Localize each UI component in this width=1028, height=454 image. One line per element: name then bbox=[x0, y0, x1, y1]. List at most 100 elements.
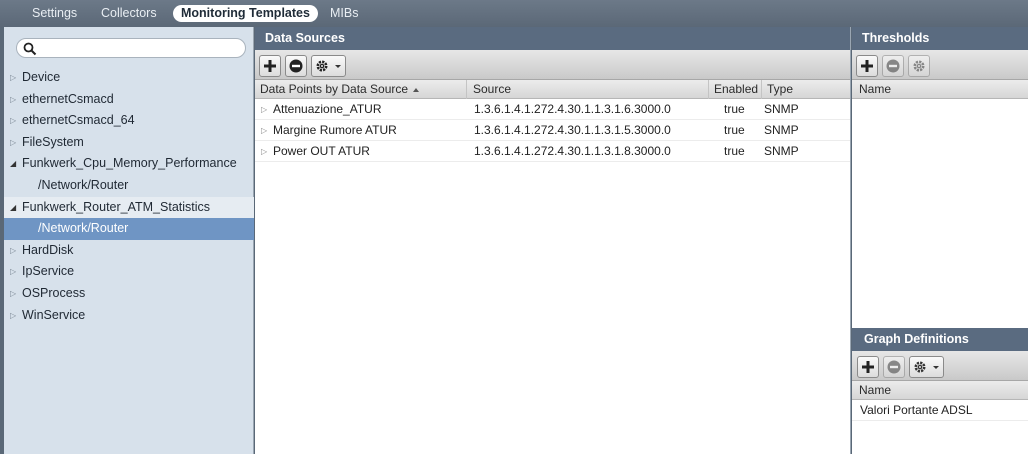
plus-icon bbox=[861, 60, 873, 72]
tree-node-label: Funkwerk_Cpu_Memory_Performance bbox=[22, 156, 237, 171]
add-graph-button[interactable] bbox=[857, 356, 879, 378]
data-sources-panel: Data Sources Data Points by Data Source … bbox=[255, 27, 851, 454]
tree-node-ipservice[interactable]: ▷ IpService bbox=[4, 261, 254, 283]
triangle-right-icon[interactable]: ▷ bbox=[10, 283, 18, 305]
plus-icon bbox=[862, 361, 874, 373]
data-sources-grid-body: ▷ Attenuazione_ATUR 1.3.6.1.4.1.272.4.30… bbox=[255, 99, 850, 162]
triangle-right-icon[interactable]: ▷ bbox=[10, 67, 18, 89]
datasource-source: 1.3.6.1.4.1.272.4.30.1.1.3.1.5.3000.0 bbox=[474, 123, 671, 137]
search-input[interactable] bbox=[16, 38, 246, 58]
column-source[interactable]: Source bbox=[468, 80, 709, 99]
thresholds-section: Thresholds Name bbox=[852, 27, 1028, 99]
tab-collectors[interactable]: Collectors bbox=[93, 5, 165, 22]
expand-row-icon[interactable]: ▷ bbox=[261, 99, 267, 120]
datasource-type: SNMP bbox=[764, 102, 799, 116]
datasource-name: Margine Rumore ATUR bbox=[273, 123, 397, 137]
tree-node-filesystem[interactable]: ▷ FileSystem bbox=[4, 132, 254, 154]
graph-definitions-section: Graph Definitions Name Valori Portante A… bbox=[852, 328, 1028, 421]
tree-node-label: ethernetCsmacd_64 bbox=[22, 113, 135, 128]
delete-datasource-button[interactable] bbox=[285, 55, 307, 77]
datasource-source: 1.3.6.1.4.1.272.4.30.1.1.3.1.8.3000.0 bbox=[474, 144, 671, 158]
tree-node-funkwerk-router-atm[interactable]: ◢ Funkwerk_Router_ATM_Statistics bbox=[4, 196, 254, 219]
tree-node-device[interactable]: ▷ Device bbox=[4, 67, 254, 89]
column-datapoints-label: Data Points by Data Source bbox=[260, 82, 409, 96]
gear-icon bbox=[914, 361, 926, 373]
datasource-actions-button[interactable] bbox=[311, 55, 346, 77]
graph-actions-button[interactable] bbox=[909, 356, 944, 378]
add-datasource-button[interactable] bbox=[259, 55, 281, 77]
tree-node-label: HardDisk bbox=[22, 242, 74, 257]
tree-node-label: Funkwerk_Router_ATM_Statistics bbox=[22, 199, 211, 214]
plus-icon bbox=[264, 60, 276, 72]
triangle-right-icon[interactable]: ▷ bbox=[10, 110, 18, 132]
gear-icon bbox=[316, 60, 328, 72]
table-row[interactable]: ▷ Margine Rumore ATUR 1.3.6.1.4.1.272.4.… bbox=[255, 120, 850, 141]
datasource-source: 1.3.6.1.4.1.272.4.30.1.1.3.1.6.3000.0 bbox=[474, 102, 671, 116]
tree-node-label: Device bbox=[22, 70, 61, 84]
chevron-down-icon bbox=[933, 366, 939, 369]
tree-node-ethernetcsmacd[interactable]: ▷ ethernetCsmacd bbox=[4, 89, 254, 111]
list-item[interactable]: Valori Portante ADSL bbox=[852, 400, 1028, 421]
datasource-type: SNMP bbox=[764, 144, 799, 158]
tree-node-label: /Network/Router bbox=[38, 177, 129, 192]
datasource-name: Power OUT ATUR bbox=[273, 144, 370, 158]
tab-monitoring-templates[interactable]: Monitoring Templates bbox=[173, 5, 318, 22]
triangle-down-icon[interactable]: ◢ bbox=[10, 153, 18, 175]
data-sources-grid-header: Data Points by Data Source Source Enable… bbox=[255, 80, 850, 99]
table-row[interactable]: ▷ Power OUT ATUR 1.3.6.1.4.1.272.4.30.1.… bbox=[255, 141, 850, 162]
tree-node-network-router[interactable]: /Network/Router bbox=[4, 175, 254, 197]
tree-node-osprocess[interactable]: ▷ OSProcess bbox=[4, 283, 254, 305]
datasource-type: SNMP bbox=[764, 123, 799, 137]
thresholds-toolbar bbox=[852, 50, 1028, 80]
column-datapoints[interactable]: Data Points by Data Source bbox=[255, 80, 467, 99]
minus-icon bbox=[289, 59, 303, 73]
tab-mibs[interactable]: MIBs bbox=[322, 5, 366, 22]
tree-node-network-router-selected[interactable]: /Network/Router bbox=[4, 218, 254, 240]
minus-icon bbox=[886, 59, 900, 73]
tree-node-label: WinService bbox=[22, 307, 86, 322]
triangle-right-icon[interactable]: ▷ bbox=[10, 261, 18, 283]
add-threshold-button[interactable] bbox=[856, 55, 878, 77]
delete-threshold-button[interactable] bbox=[882, 55, 904, 77]
tree-node-label: /Network/Router bbox=[38, 221, 129, 236]
tree-node-winservice[interactable]: ▷ WinService bbox=[4, 305, 254, 327]
expand-row-icon[interactable]: ▷ bbox=[261, 120, 267, 141]
datasource-enabled: true bbox=[724, 144, 745, 158]
tree-node-harddisk[interactable]: ▷ HardDisk bbox=[4, 240, 254, 262]
graphs-name-column[interactable]: Name bbox=[852, 381, 1028, 400]
expand-row-icon[interactable]: ▷ bbox=[261, 141, 267, 162]
column-enabled[interactable]: Enabled bbox=[709, 80, 762, 99]
table-row[interactable]: ▷ Attenuazione_ATUR 1.3.6.1.4.1.272.4.30… bbox=[255, 99, 850, 120]
tree-node-label: OSProcess bbox=[22, 285, 86, 300]
minus-icon bbox=[887, 360, 901, 374]
tree-node-label: IpService bbox=[22, 264, 75, 279]
tree-node-ethernetcsmacd-64[interactable]: ▷ ethernetCsmacd_64 bbox=[4, 110, 254, 132]
triangle-right-icon[interactable]: ▷ bbox=[10, 305, 18, 327]
datasource-enabled: true bbox=[724, 123, 745, 137]
data-sources-toolbar bbox=[255, 50, 850, 80]
tree-node-label: FileSystem bbox=[22, 134, 84, 149]
graph-definitions-toolbar bbox=[852, 351, 1028, 381]
column-type[interactable]: Type bbox=[762, 80, 851, 99]
template-tree-panel: ▷ Device ▷ ethernetCsmacd ▷ ethernetCsmacd_… bbox=[4, 27, 254, 454]
tree-node-funkwerk-cpu-memory[interactable]: ◢ Funkwerk_Cpu_Memory_Performance bbox=[4, 153, 254, 175]
datasource-enabled: true bbox=[724, 102, 745, 116]
sort-ascending-icon bbox=[413, 88, 420, 92]
triangle-right-icon[interactable]: ▷ bbox=[10, 89, 18, 111]
triangle-down-icon[interactable]: ◢ bbox=[10, 197, 18, 219]
template-tree: ▷ Device ▷ ethernetCsmacd ▷ ethernetCsmacd_… bbox=[4, 67, 254, 326]
gear-icon bbox=[913, 60, 925, 72]
chevron-down-icon bbox=[335, 65, 341, 68]
triangle-right-icon[interactable]: ▷ bbox=[10, 240, 18, 262]
delete-graph-button[interactable] bbox=[883, 356, 905, 378]
data-sources-title: Data Sources bbox=[255, 27, 850, 50]
top-navigation: Settings Collectors Monitoring Templates… bbox=[0, 0, 1028, 27]
graph-definitions-title: Graph Definitions bbox=[852, 328, 1028, 351]
tab-settings[interactable]: Settings bbox=[24, 5, 85, 22]
thresholds-name-column[interactable]: Name bbox=[852, 80, 1028, 99]
datasource-name: Attenuazione_ATUR bbox=[273, 102, 382, 116]
triangle-right-icon[interactable]: ▷ bbox=[10, 132, 18, 154]
thresholds-title: Thresholds bbox=[852, 27, 1028, 50]
threshold-actions-button[interactable] bbox=[908, 55, 930, 77]
right-panel: Thresholds Name Graph Definitions Name V… bbox=[852, 27, 1028, 454]
